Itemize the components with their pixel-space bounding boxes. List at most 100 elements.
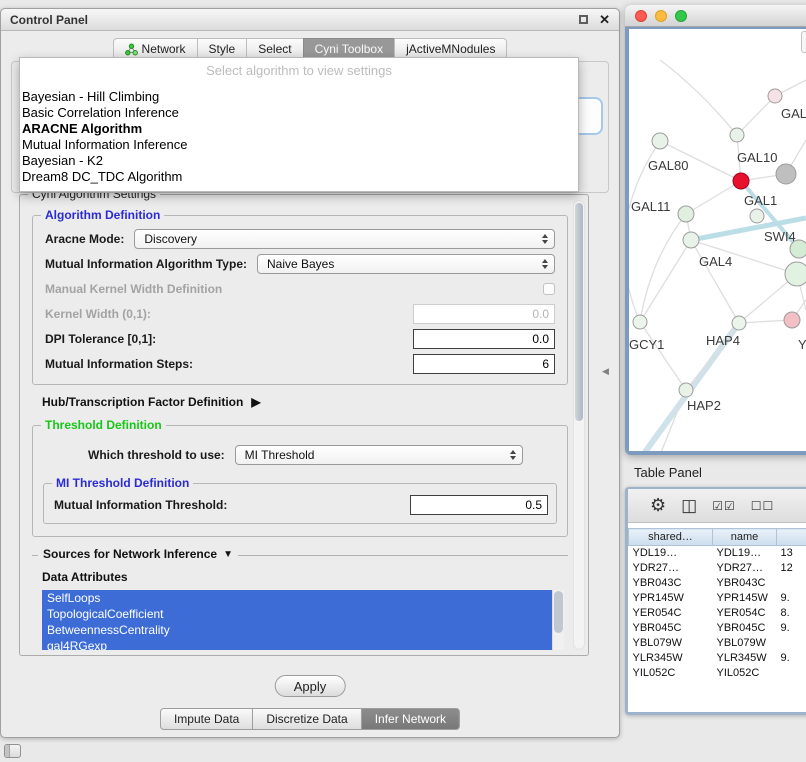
which-threshold-select[interactable]: MI Threshold (235, 445, 523, 465)
mi-threshold-input[interactable] (410, 495, 548, 515)
tab-infer-network[interactable]: Infer Network (361, 708, 460, 730)
network-node[interactable] (733, 173, 749, 189)
table-cell: 8. (777, 606, 806, 621)
panel-toggle-icon[interactable] (4, 744, 21, 758)
network-edge[interactable] (640, 240, 691, 322)
manual-kernel-width-checkbox[interactable] (543, 283, 555, 295)
column-header-shared-name[interactable]: shared… (629, 529, 713, 546)
table-cell: YDR27… (713, 561, 777, 576)
table-row[interactable]: YBR043CYBR043C (629, 576, 806, 591)
column-header-extra[interactable] (777, 529, 806, 546)
network-node[interactable] (732, 316, 746, 330)
table-row[interactable]: YLR345WYLR345W9. (629, 651, 806, 666)
tab-impute-data[interactable]: Impute Data (160, 708, 252, 730)
table-row[interactable]: YBR045CYBR045C9. (629, 621, 806, 636)
close-traffic-light-icon[interactable] (635, 10, 647, 22)
sources-header[interactable]: Sources for Network Inference ▼ (38, 547, 238, 561)
cyni-algorithm-settings-group: Cyni Algorithm Settings Algorithm Defini… (19, 194, 589, 656)
collapse-down-icon[interactable]: ▼ (223, 549, 233, 560)
table-panel-title: Table Panel (634, 465, 702, 480)
table-row[interactable]: YDL19…YDL19…13 (629, 546, 806, 561)
zoom-traffic-light-icon[interactable] (675, 10, 687, 22)
column-header-name[interactable]: name (713, 529, 777, 546)
table-cell (777, 576, 806, 591)
node-label: GAL11 (631, 199, 671, 214)
attribute-list-item[interactable]: SelfLoops (42, 590, 552, 606)
table-rows: YDL19…YDL19…13YDR27…YDR27…12YBR043CYBR04… (629, 546, 806, 681)
network-node[interactable] (750, 209, 764, 223)
table-row[interactable]: YIL052CYIL052C (629, 666, 806, 681)
float-window-button[interactable] (579, 15, 588, 24)
dropdown-placeholder-item[interactable]: Select algorithm to view settings (20, 61, 578, 89)
expand-right-icon[interactable]: ▶ (251, 395, 260, 409)
network-scrollbar[interactable] (801, 31, 806, 53)
stepper-icon (510, 450, 518, 460)
network-canvas-container[interactable]: GAL8GAL80GAL10GAL11GAL1SWI4GAL4GCY1HAP4H… (629, 29, 806, 451)
network-edge[interactable] (640, 322, 686, 390)
tab-discretize-data[interactable]: Discretize Data (252, 708, 360, 730)
network-node[interactable] (776, 164, 796, 184)
kernel-width-input[interactable] (413, 304, 555, 324)
attribute-list-item[interactable]: TopologicalCoefficient (42, 606, 552, 622)
attributes-scrollbar[interactable] (552, 590, 564, 650)
control-panel-titlebar[interactable]: Control Panel ✕ (1, 9, 619, 31)
dpi-tolerance-input[interactable] (413, 329, 555, 349)
minimize-traffic-light-icon[interactable] (655, 10, 667, 22)
network-node[interactable] (730, 128, 744, 142)
network-node[interactable] (768, 89, 782, 103)
table-row[interactable]: YBL079WYBL079W (629, 636, 806, 651)
deselect-all-icon[interactable]: ☐☐ (751, 499, 775, 513)
dropdown-item[interactable]: Bayesian - Hill Climbing (20, 89, 578, 105)
network-canvas[interactable]: GAL8GAL80GAL10GAL11GAL1SWI4GAL4GCY1HAP4H… (629, 29, 806, 451)
mi-steps-label: Mutual Information Steps: (45, 357, 193, 371)
dropdown-item[interactable]: ARACNE Algorithm (20, 121, 578, 137)
kernel-width-label: Kernel Width (0,1): (45, 307, 151, 321)
threshold-definition-group: Threshold Definition Which threshold to … (32, 425, 568, 537)
network-window-titlebar[interactable] (625, 5, 806, 27)
network-node[interactable] (785, 262, 806, 286)
hub-definition-section[interactable]: Hub/Transcription Factor Definition ▶ (30, 387, 570, 417)
settings-scrollbar[interactable] (573, 200, 585, 650)
table-row[interactable]: YDR27…YDR27…12 (629, 561, 806, 576)
network-node[interactable] (679, 383, 693, 397)
aracne-mode-select[interactable]: Discovery (134, 229, 555, 249)
apply-button[interactable]: Apply (275, 675, 346, 697)
network-node[interactable] (683, 232, 699, 248)
dropdown-item[interactable]: Basic Correlation Inference (20, 105, 578, 121)
table-cell (777, 636, 806, 651)
tab-cyni-toolbox-label: Cyni Toolbox (315, 42, 383, 56)
table-cell: 9. (777, 591, 806, 606)
gear-icon[interactable]: ⚙ (650, 495, 666, 516)
close-icon[interactable]: ✕ (599, 13, 610, 26)
network-edge[interactable] (660, 390, 686, 451)
algorithm-definition-group: Algorithm Definition Aracne Mode: Discov… (32, 215, 568, 385)
select-all-icon[interactable]: ☑☑ (712, 499, 736, 513)
columns-icon[interactable]: ◫ (681, 496, 697, 516)
network-node[interactable] (633, 315, 647, 329)
bottom-tab-bar: Impute Data Discretize Data Infer Networ… (160, 708, 460, 730)
settings-scrollbar-thumb[interactable] (575, 203, 583, 421)
node-label: GAL10 (737, 150, 777, 165)
attribute-list-item[interactable]: BetweennessCentrality (42, 622, 552, 638)
dropdown-item[interactable]: Mutual Information Inference (20, 137, 578, 153)
dropdown-item[interactable]: Dream8 DC_TDC Algorithm (20, 169, 578, 185)
network-edge[interactable] (737, 96, 775, 135)
network-node[interactable] (784, 312, 800, 328)
aracne-mode-label: Aracne Mode: (45, 232, 124, 246)
network-node[interactable] (678, 206, 694, 222)
table-toolbar: ⚙ ◫ ☑☑ ☐☐ (628, 489, 806, 523)
panel-splitter-handle[interactable]: ◀ (602, 366, 609, 377)
dropdown-item[interactable]: Bayesian - K2 (20, 153, 578, 169)
attribute-list-item[interactable]: gal4RGexp (42, 638, 552, 650)
network-edge[interactable] (686, 181, 741, 214)
network-edge[interactable] (640, 214, 686, 322)
sources-section: Sources for Network Inference ▼ Data Att… (32, 555, 568, 650)
table-row[interactable]: YER054CYER054C8. (629, 606, 806, 621)
attributes-scrollbar-thumb[interactable] (554, 591, 563, 633)
network-edge[interactable] (660, 60, 737, 135)
aracne-mode-value: Discovery (144, 232, 197, 246)
mi-algorithm-type-select[interactable]: Naive Bayes (257, 254, 555, 274)
table-row[interactable]: YPR145WYPR145W9. (629, 591, 806, 606)
network-node[interactable] (652, 133, 668, 149)
mi-steps-input[interactable] (413, 354, 555, 374)
